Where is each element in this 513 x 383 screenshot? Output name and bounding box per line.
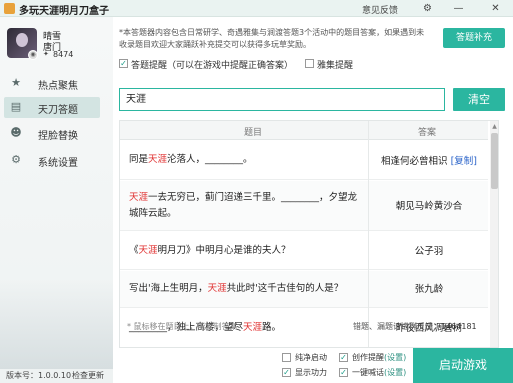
scroll-up-icon[interactable]: ▲ [490, 123, 498, 131]
gear-icon[interactable]: ⚙ [421, 2, 434, 15]
feedback-link[interactable]: 意见反馈 [362, 3, 398, 16]
title-bar: 多玩天涯明月刀盒子 意见反馈 ⚙ — ✕ [0, 0, 513, 17]
creation-reminder-settings-link[interactable]: (设置) [384, 353, 406, 362]
clean-launch-label: 纯净启动 [295, 353, 327, 362]
notice-text: *本答题器内容包含日常研学、奇遇雅集与涧渡答题3个活动中的题目答案，如果遇到未收… [119, 28, 425, 49]
close-icon[interactable]: ✕ [489, 2, 502, 15]
scrollbar-thumb[interactable] [491, 133, 498, 189]
sidebar-item-label: 捏脸替换 [38, 131, 78, 142]
show-power-label: 显示功力 [295, 368, 327, 377]
show-power-checkbox[interactable]: ✓ [282, 368, 291, 377]
supplement-button[interactable]: 答题补充 [443, 28, 505, 48]
question-cell: 写出'海上生明月，天涯共此时'这千古佳句的人是？ [129, 283, 344, 294]
sidebar-item-label: 热点聚焦 [38, 81, 78, 92]
question-cell: 《天涯明月刀》中明月心是谁的夫人？ [129, 245, 291, 256]
main-panel: *本答题器内容包含日常研学、奇遇雅集与涧渡答题3个活动中的题目答案，如果遇到未收… [113, 17, 513, 383]
minimize-icon[interactable]: — [452, 2, 465, 15]
copy-link[interactable]: [复制] [451, 156, 477, 167]
book-icon: ▤ [10, 100, 22, 113]
yaji-prompt-checkbox[interactable] [305, 59, 314, 68]
camera-icon[interactable]: ◉ [28, 50, 38, 60]
gear-icon: ⚙ [11, 153, 21, 166]
window-title: 多玩天涯明月刀盒子 [19, 6, 109, 17]
qq-group-number: 1464181 [441, 322, 477, 331]
answer-prompt-checkbox[interactable]: ✓ [119, 59, 128, 68]
column-header-question: 题目 [244, 128, 263, 138]
answer-prompt-label: 答题提醒（可以在游戏中提醒正确答案） [131, 61, 294, 71]
answer-cell: 朝见马岭黄沙合 [395, 201, 463, 212]
creation-reminder-label: 创作提醒(设置) [352, 353, 407, 362]
search-input[interactable]: 天涯 [119, 88, 445, 111]
quick-shout-checkbox[interactable]: ✓ [339, 368, 348, 377]
answer-cell: 张九龄 [414, 284, 444, 295]
sidebar-item-quiz[interactable]: ▤ 天刀答题 [4, 97, 100, 118]
column-header-answer: 答案 [418, 128, 437, 138]
answer-cell: 公子羽 [414, 246, 444, 257]
yaji-prompt-label: 雅集提醒 [317, 61, 354, 71]
question-cell: 天涯一去无穷已，蓟门迢递三千里。________，夕望龙城阵云起。 [129, 192, 358, 219]
sidebar-item-label: 系统设置 [38, 158, 78, 169]
mask-icon: ☻ [10, 126, 22, 139]
star-icon: ★ [11, 76, 21, 89]
version-label: 版本号：1.0.0.10 [6, 371, 72, 380]
app-logo-icon [4, 3, 15, 14]
check-update-link[interactable]: 检查更新 [72, 370, 104, 381]
sidebar-item-face-swap[interactable]: ☻ 捏脸替换 [0, 123, 113, 144]
table-row[interactable]: 写出'海上生明月，天涯共此时'这千古佳句的人是？ 张九龄 [120, 271, 488, 308]
copy-hint: * 鼠标移在题目上，能复制答案 [127, 322, 238, 331]
table-row[interactable]: 同是天涯沦落人，________。 相逢何必曾相识 [复制] [120, 141, 488, 180]
creation-reminder-checkbox[interactable]: ✓ [339, 353, 348, 362]
sidebar-item-label: 天刀答题 [38, 105, 78, 116]
sidebar: ◉ 晴雪 唐门 ✦ 8474 ★ 热点聚焦 ▤ 天刀答题 ☻ 捏脸替换 ⚙ 系统… [0, 17, 113, 383]
launch-game-button[interactable]: 启动游戏 [413, 348, 513, 383]
coin-icon: ✦ [43, 50, 49, 58]
column-divider [368, 121, 369, 347]
table-row[interactable]: 《天涯明月刀》中明月心是谁的夫人？ 公子羽 [120, 232, 488, 270]
table-row[interactable]: 天涯一去无穷已，蓟门迢递三千里。________，夕望龙城阵云起。 朝见马岭黄沙… [120, 181, 488, 231]
answer-cell: 相逢何必曾相识 [复制] [381, 156, 477, 167]
quick-shout-settings-link[interactable]: (设置) [384, 368, 406, 377]
clear-button[interactable]: 清空 [453, 88, 505, 111]
sidebar-item-hot-news[interactable]: ★ 热点聚焦 [0, 73, 113, 94]
answer-table: 题目 答案 同是天涯沦落人，________。 相逢何必曾相识 [复制] 天涯一… [119, 120, 499, 348]
clean-launch-checkbox[interactable] [282, 353, 291, 362]
user-score: 8474 [53, 50, 74, 59]
quick-shout-label: 一键喊话(设置) [352, 368, 407, 377]
question-cell: 同是天涯沦落人，________。 [129, 154, 253, 165]
report-text: 错题、漏题请进群反馈：1464181 [353, 322, 477, 331]
table-header: 题目 答案 [120, 121, 488, 140]
sidebar-item-settings[interactable]: ⚙ 系统设置 [0, 150, 113, 171]
